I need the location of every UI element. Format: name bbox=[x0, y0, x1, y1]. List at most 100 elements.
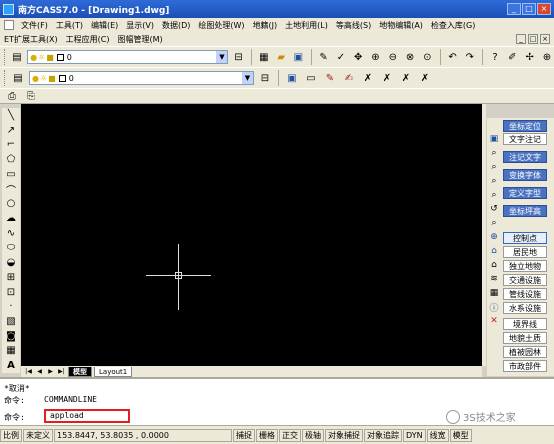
landform-soil-button[interactable]: 地貌土质 bbox=[503, 332, 547, 344]
doc-restore-button[interactable]: □ bbox=[528, 34, 538, 44]
ellipse-icon[interactable]: ⬭ bbox=[3, 241, 19, 256]
preview-icon[interactable]: ⎘ bbox=[23, 88, 39, 104]
toolbar-grip[interactable] bbox=[4, 49, 7, 65]
hatch-icon[interactable]: ▧ bbox=[3, 314, 19, 329]
move-icon[interactable]: ✢ bbox=[522, 49, 536, 65]
menu-sheet-manage[interactable]: 图幅管理(M) bbox=[114, 34, 167, 45]
delete-icon[interactable]: ✕ bbox=[488, 314, 500, 328]
building-icon[interactable]: ⌂ bbox=[488, 244, 500, 258]
maximize-button[interactable]: □ bbox=[522, 3, 536, 15]
coordinate-readout[interactable]: 153.8447, 53.8035 , 0.0000 bbox=[54, 428, 232, 442]
menu-edit[interactable]: 编辑(E) bbox=[87, 20, 122, 31]
vertical-scrollbar[interactable] bbox=[482, 104, 486, 366]
prev-tab-icon[interactable]: ◀ bbox=[35, 367, 44, 376]
next-tab-icon[interactable]: ▶ bbox=[46, 367, 55, 376]
menu-contour[interactable]: 等高线(S) bbox=[332, 20, 375, 31]
osnap-toggle[interactable]: 对象捕捉 bbox=[325, 428, 363, 442]
find-icon[interactable]: ⌕ bbox=[488, 146, 500, 160]
change-font-button[interactable]: 变换字体 bbox=[503, 169, 547, 181]
menu-data[interactable]: 数据(D) bbox=[158, 20, 194, 31]
first-tab-icon[interactable]: |◀ bbox=[24, 367, 33, 376]
draw-icon[interactable]: ✎ bbox=[322, 70, 338, 86]
spline-icon[interactable]: ∿ bbox=[3, 226, 19, 241]
rectangle-icon[interactable]: ▭ bbox=[3, 167, 19, 182]
model-toggle[interactable]: 模型 bbox=[449, 428, 472, 442]
menu-cadastre[interactable]: 地籍(J) bbox=[249, 20, 282, 31]
menu-engineering[interactable]: 工程应用(C) bbox=[62, 34, 114, 45]
redo-icon[interactable]: ↷ bbox=[463, 49, 477, 65]
coordinate-locate-button[interactable]: 坐标定位 bbox=[503, 120, 547, 132]
text-annotation-button[interactable]: 文字注记 bbox=[503, 133, 547, 145]
pencil-icon[interactable]: ✎ bbox=[316, 49, 330, 65]
vegetation-button[interactable]: 植被园林 bbox=[503, 346, 547, 358]
layer-manager-icon[interactable]: ▤ bbox=[10, 49, 24, 65]
tool-d-icon[interactable]: ✗ bbox=[417, 70, 433, 86]
otrack-toggle[interactable]: 对象追踪 bbox=[364, 428, 402, 442]
control-point-icon[interactable]: ⊕ bbox=[488, 230, 500, 244]
menu-file[interactable]: 文件(F) bbox=[17, 20, 52, 31]
document-icon[interactable] bbox=[4, 20, 14, 30]
menu-drawing[interactable]: 绘图处理(W) bbox=[194, 20, 248, 31]
doc-minimize-button[interactable]: _ bbox=[516, 34, 526, 44]
insert-block-icon[interactable]: ⊞ bbox=[3, 270, 19, 285]
object-icon[interactable]: ▣ bbox=[284, 70, 300, 86]
arc-icon[interactable]: ⌒ bbox=[3, 182, 19, 197]
save-icon[interactable]: ▣ bbox=[291, 49, 305, 65]
chevron-down-icon[interactable]: ▼ bbox=[216, 51, 228, 63]
properties-icon[interactable]: ▦ bbox=[257, 49, 271, 65]
info-icon[interactable]: ⓘ bbox=[488, 300, 500, 314]
tab-layout1[interactable]: Layout1 bbox=[94, 366, 133, 377]
drawing-canvas[interactable] bbox=[21, 104, 482, 366]
chevron-down-icon[interactable]: ▼ bbox=[242, 72, 253, 84]
command-input[interactable]: appload bbox=[44, 409, 130, 423]
pan-icon[interactable]: ✥ bbox=[351, 49, 365, 65]
menu-view[interactable]: 显示(V) bbox=[122, 20, 158, 31]
water-facility-button[interactable]: 水系设施 bbox=[503, 302, 547, 314]
annotate-text-button[interactable]: 注记文字 bbox=[503, 151, 547, 163]
independent-feature-button[interactable]: 独立地物 bbox=[503, 260, 547, 272]
feature-icon[interactable]: ⌂ bbox=[488, 258, 500, 272]
municipal-parts-button[interactable]: 市政部件 bbox=[503, 360, 547, 372]
lineweight-toggle[interactable]: 线宽 bbox=[426, 428, 449, 442]
point-icon[interactable]: · bbox=[3, 299, 19, 314]
text-icon[interactable]: A bbox=[3, 358, 19, 373]
layer-combo-2[interactable]: ● ☼ ■ 0 ▼ bbox=[29, 71, 254, 85]
toolbar-grip[interactable] bbox=[4, 70, 7, 86]
brush-icon[interactable]: ✍ bbox=[341, 70, 357, 86]
layer-manager-icon[interactable]: ▤ bbox=[10, 70, 26, 86]
help-icon[interactable]: ? bbox=[488, 49, 502, 65]
zoom-in-icon[interactable]: ⊕ bbox=[368, 49, 382, 65]
polar-toggle[interactable]: 极轴 bbox=[302, 428, 324, 442]
doc-close-button[interactable]: × bbox=[540, 34, 550, 44]
menu-et-tools[interactable]: ET扩展工具(X) bbox=[0, 34, 62, 45]
ortho-toggle[interactable]: 正交 bbox=[279, 428, 301, 442]
circle-icon[interactable]: ○ bbox=[3, 197, 19, 212]
snap-toggle[interactable]: 捕捉 bbox=[233, 428, 255, 442]
tool-c-icon[interactable]: ✗ bbox=[398, 70, 414, 86]
polyline-icon[interactable]: ⌐ bbox=[3, 137, 19, 152]
tab-model[interactable]: 模型 bbox=[68, 366, 92, 377]
zoom-extents-icon[interactable]: ⊙ bbox=[420, 49, 434, 65]
last-tab-icon[interactable]: ▶| bbox=[57, 367, 66, 376]
coordinate-elevation-button[interactable]: 坐标坪高 bbox=[503, 205, 547, 217]
layer-previous-icon[interactable]: ⊟ bbox=[257, 70, 273, 86]
menu-landuse[interactable]: 土地利用(L) bbox=[281, 20, 332, 31]
zoom-icon[interactable]: ⌕ bbox=[488, 160, 500, 174]
minimize-button[interactable]: _ bbox=[507, 3, 521, 15]
undo-icon[interactable]: ↶ bbox=[445, 49, 459, 65]
refresh-icon[interactable]: ↺ bbox=[488, 202, 500, 216]
menu-feature-edit[interactable]: 地物编辑(A) bbox=[375, 20, 427, 31]
line-icon[interactable]: ╲ bbox=[3, 108, 19, 123]
grid-toggle[interactable]: 栅格 bbox=[256, 428, 278, 442]
ellipse-arc-icon[interactable]: ◒ bbox=[3, 255, 19, 270]
tool-b-icon[interactable]: ✗ bbox=[379, 70, 395, 86]
print-icon[interactable]: ⎙ bbox=[4, 88, 20, 104]
control-point-button[interactable]: 控制点 bbox=[503, 232, 547, 244]
residential-button[interactable]: 居民地 bbox=[503, 246, 547, 258]
zoom-window-icon[interactable]: ⊗ bbox=[403, 49, 417, 65]
dyn-toggle[interactable]: DYN bbox=[403, 428, 426, 442]
text-tool-icon[interactable]: ▣ bbox=[488, 132, 500, 146]
zoom-icon[interactable]: ⌕ bbox=[488, 174, 500, 188]
zoom-icon[interactable]: ⌕ bbox=[488, 216, 500, 230]
zoom-real-icon[interactable]: ⊕ bbox=[540, 49, 554, 65]
